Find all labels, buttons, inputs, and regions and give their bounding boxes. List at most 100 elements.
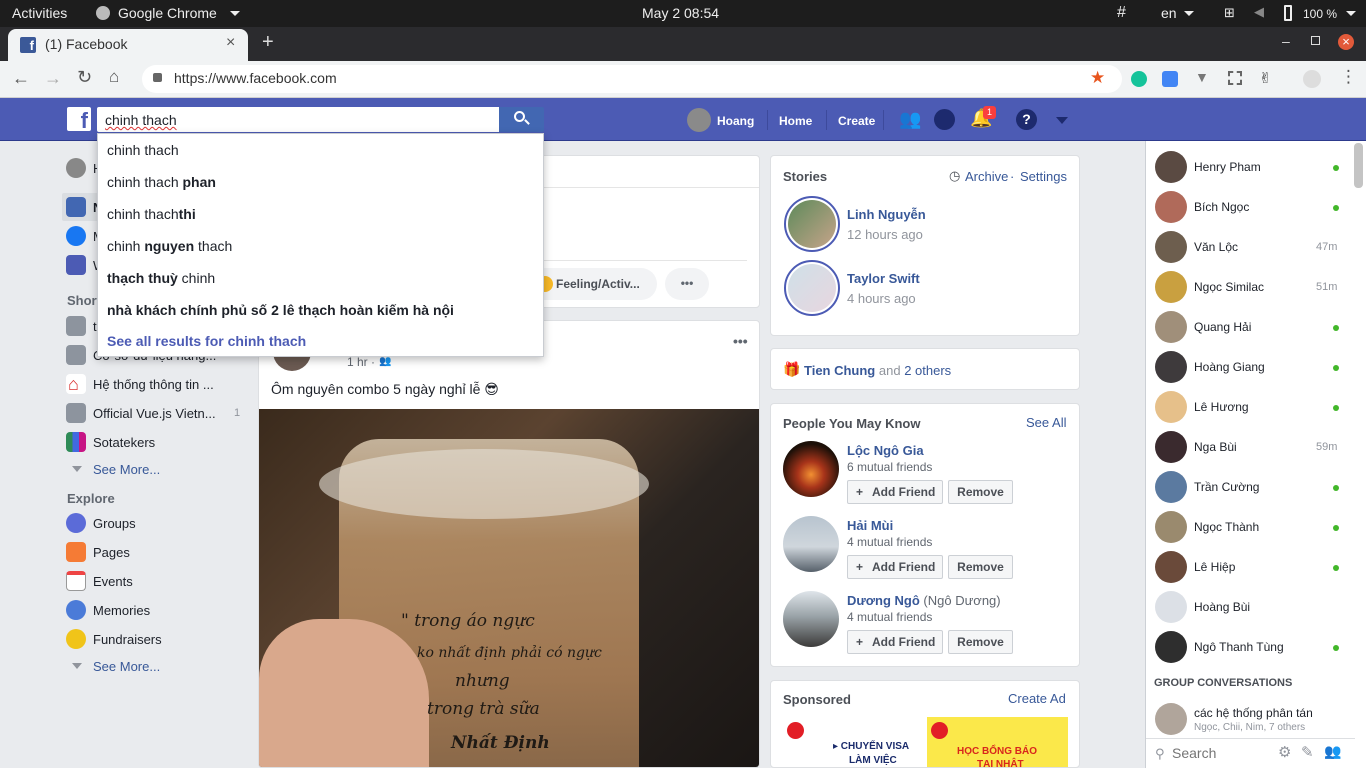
pymk-see-all[interactable]: See All bbox=[1026, 415, 1066, 430]
maximize-icon[interactable] bbox=[1311, 36, 1320, 45]
user-avatar-icon[interactable] bbox=[1303, 70, 1321, 88]
person-avatar[interactable] bbox=[783, 591, 839, 647]
ad-image[interactable]: HỌC BỔNG BÁO TẠI NHẬT bbox=[927, 717, 1068, 767]
search-suggestion[interactable]: chinh nguyen thach bbox=[107, 238, 232, 254]
audience-friends-icon[interactable]: 👥 bbox=[379, 356, 391, 367]
story-avatar[interactable] bbox=[784, 196, 840, 252]
browser-tab[interactable]: f (1) Facebook × bbox=[8, 29, 248, 61]
explore-events[interactable]: Events bbox=[93, 574, 133, 589]
app-menu[interactable]: Google Chrome bbox=[118, 5, 217, 21]
search-button[interactable] bbox=[499, 107, 544, 132]
left-profile-avatar[interactable] bbox=[66, 158, 86, 178]
bookmark-star-icon[interactable]: ★ bbox=[1090, 68, 1105, 88]
ad-image[interactable]: ▸ CHUYỂN VISA LÀM VIỆC bbox=[783, 717, 923, 767]
home-icon[interactable]: ⌂ bbox=[109, 67, 119, 87]
birthday-name[interactable]: Tien Chung bbox=[804, 363, 875, 378]
network-icon[interactable]: ⊞ bbox=[1224, 5, 1235, 21]
chrome-menu-icon[interactable]: ⋮ bbox=[1340, 67, 1357, 87]
volume-icon[interactable]: ◀ bbox=[1254, 4, 1264, 20]
reload-icon[interactable]: ↻ bbox=[77, 67, 92, 88]
home-link[interactable]: Home bbox=[779, 114, 812, 128]
chat-contact[interactable]: Bích Ngọc bbox=[1155, 191, 1345, 223]
new-tab-icon[interactable]: + bbox=[262, 31, 274, 54]
vue-devtools-extension-icon[interactable]: ▼ bbox=[1195, 69, 1209, 85]
chat-contact[interactable]: Ngô Thanh Tùng bbox=[1155, 631, 1345, 663]
person-name[interactable]: Dương Ngô bbox=[847, 593, 920, 608]
chat-contact[interactable]: Ngọc Similac 51m bbox=[1155, 271, 1345, 303]
person-avatar[interactable] bbox=[783, 441, 839, 497]
messenger-icon[interactable] bbox=[934, 109, 955, 130]
person-name[interactable]: Hải Mùi bbox=[847, 518, 893, 533]
person-avatar[interactable] bbox=[783, 516, 839, 572]
explore-pages[interactable]: Pages bbox=[93, 545, 130, 560]
profile-avatar[interactable] bbox=[687, 108, 711, 132]
chat-contact[interactable]: Trần Cường bbox=[1155, 471, 1345, 503]
clock[interactable]: May 2 08:54 bbox=[642, 5, 719, 21]
minimize-icon[interactable]: – bbox=[1282, 33, 1290, 49]
add-friend-button[interactable]: + Add Friend bbox=[847, 480, 943, 504]
chat-search-input[interactable] bbox=[1172, 744, 1272, 762]
battery-icon[interactable] bbox=[1284, 5, 1292, 21]
explore-fundraisers[interactable]: Fundraisers bbox=[93, 632, 162, 647]
shortcut-item[interactable]: Sotatekers bbox=[93, 435, 155, 450]
remove-button[interactable]: Remove bbox=[948, 480, 1013, 504]
post-photo[interactable]: " trong áo ngực ko nhất định phải có ngự… bbox=[259, 409, 759, 767]
qr-extension-icon[interactable] bbox=[1228, 71, 1242, 85]
post-options-icon[interactable]: ••• bbox=[733, 333, 748, 349]
chat-contact[interactable]: Lê Hiệp bbox=[1155, 551, 1345, 583]
create-link[interactable]: Create bbox=[838, 114, 875, 128]
forward-icon[interactable]: → bbox=[44, 68, 62, 89]
shortcut-item[interactable]: Hệ thống thông tin ... bbox=[93, 377, 214, 392]
add-friend-button[interactable]: + Add Friend bbox=[847, 630, 943, 654]
stories-settings-link[interactable]: Settings bbox=[1020, 169, 1067, 184]
grammarly-extension-icon[interactable] bbox=[1131, 71, 1147, 87]
chat-contact[interactable]: Hoàng Bùi bbox=[1155, 591, 1345, 623]
story-avatar[interactable] bbox=[784, 260, 840, 316]
search-suggestion[interactable]: nhà khách chính phủ số 2 lê thạch hoàn k… bbox=[107, 302, 454, 318]
chat-contact[interactable]: Nga Bùi 59m bbox=[1155, 431, 1345, 463]
birthday-others-link[interactable]: 2 others bbox=[904, 363, 951, 378]
language-indicator[interactable]: en bbox=[1161, 5, 1177, 21]
chat-contact[interactable]: Henry Pham bbox=[1155, 151, 1345, 183]
tab-close-icon[interactable]: × bbox=[226, 34, 235, 52]
account-menu-icon[interactable] bbox=[1056, 117, 1068, 124]
explore-groups[interactable]: Groups bbox=[93, 516, 136, 531]
help-icon[interactable]: ? bbox=[1016, 109, 1037, 130]
facebook-logo-icon[interactable]: f bbox=[67, 107, 91, 133]
search-suggestion[interactable]: chinh thach phan bbox=[107, 174, 216, 190]
chat-contact[interactable]: Ngọc Thành bbox=[1155, 511, 1345, 543]
search-see-all-results[interactable]: See all results for chinh thach bbox=[107, 333, 306, 349]
feeling-activity-button[interactable]: Feeling/Activ... bbox=[529, 268, 657, 300]
ninja-extension-icon[interactable]: ✌ bbox=[1259, 69, 1272, 87]
mutual-friends[interactable]: 6 mutual friends bbox=[847, 460, 932, 474]
chat-contact[interactable]: Quang Hải bbox=[1155, 311, 1345, 343]
mutual-friends[interactable]: 4 mutual friends bbox=[847, 610, 932, 624]
system-menu-arrow-icon[interactable] bbox=[1346, 11, 1356, 16]
stories-archive-link[interactable]: Archive bbox=[965, 169, 1008, 184]
person-name[interactable]: Lộc Ngô Gia bbox=[847, 443, 924, 458]
remove-button[interactable]: Remove bbox=[948, 555, 1013, 579]
chat-scrollbar[interactable] bbox=[1354, 143, 1363, 188]
profile-link[interactable]: Hoang bbox=[717, 114, 754, 128]
explore-see-more[interactable]: See More... bbox=[93, 659, 160, 674]
shortcuts-see-more[interactable]: See More... bbox=[93, 462, 160, 477]
story-name[interactable]: Linh Nguyễn bbox=[847, 207, 926, 222]
friend-requests-icon[interactable]: 👥 bbox=[899, 109, 921, 130]
story-name[interactable]: Taylor Swift bbox=[847, 271, 920, 286]
group-conversation-item[interactable]: các hệ thống phân tán Ngọc, Chii, Nim, 7… bbox=[1155, 703, 1345, 735]
chat-contact[interactable]: Lê Hương bbox=[1155, 391, 1345, 423]
search-suggestion[interactable]: chinh thach bbox=[107, 142, 179, 158]
slack-icon[interactable]: # bbox=[1117, 4, 1126, 22]
composer-more-button[interactable]: ••• bbox=[665, 268, 709, 300]
shortcut-item[interactable]: Official Vue.js Vietn... bbox=[93, 406, 216, 421]
chat-settings-gear-icon[interactable]: ⚙ bbox=[1278, 743, 1291, 761]
mutual-friends[interactable]: 4 mutual friends bbox=[847, 535, 932, 549]
search-input[interactable]: chinh thach bbox=[97, 107, 499, 132]
create-group-icon[interactable]: 👥 bbox=[1324, 743, 1341, 760]
chat-contact[interactable]: Văn Lộc 47m bbox=[1155, 231, 1345, 263]
add-friend-button[interactable]: + Add Friend bbox=[847, 555, 943, 579]
remove-button[interactable]: Remove bbox=[948, 630, 1013, 654]
back-icon[interactable]: ← bbox=[12, 68, 30, 89]
chat-contact[interactable]: Hoàng Giang bbox=[1155, 351, 1345, 383]
create-ad-link[interactable]: Create Ad bbox=[1008, 691, 1066, 706]
